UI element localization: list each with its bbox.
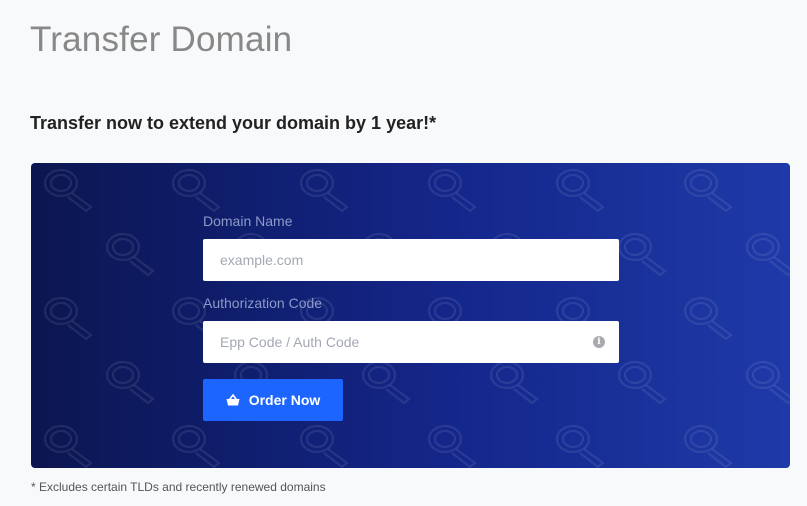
magnifier-icon [617, 360, 667, 405]
auth-code-label: Authorization Code [203, 295, 323, 311]
order-now-button[interactable]: Order Now [203, 379, 343, 421]
transfer-form: Domain Name Authorization Code i Order N… [203, 213, 619, 421]
basket-icon [226, 394, 240, 406]
magnifier-icon [427, 168, 477, 213]
transfer-tagline: Transfer now to extend your domain by 1 … [30, 113, 437, 133]
magnifier-icon [299, 168, 349, 213]
transfer-banner: Domain Name Authorization Code i Order N… [31, 163, 790, 468]
magnifier-icon [683, 296, 733, 341]
magnifier-icon [43, 424, 93, 468]
magnifier-icon [745, 360, 790, 405]
magnifier-icon [171, 424, 221, 468]
domain-name-input[interactable] [203, 239, 619, 281]
magnifier-icon [427, 424, 477, 468]
magnifier-icon [617, 232, 667, 277]
order-now-label: Order Now [248, 392, 321, 408]
magnifier-icon [105, 232, 155, 277]
footnote: * Excludes certain TLDs and recently ren… [31, 480, 326, 494]
magnifier-icon [683, 424, 733, 468]
domain-name-field-wrap [203, 239, 619, 281]
domain-name-label: Domain Name [203, 213, 293, 229]
info-icon[interactable]: i [593, 336, 605, 348]
magnifier-icon [745, 232, 790, 277]
magnifier-icon [105, 360, 155, 405]
magnifier-icon [43, 296, 93, 341]
magnifier-icon [43, 168, 93, 213]
page-title: Transfer Domain [30, 20, 293, 59]
auth-code-field-wrap: i [203, 321, 619, 363]
magnifier-icon [299, 424, 349, 468]
magnifier-icon [171, 168, 221, 213]
auth-code-input[interactable] [203, 321, 619, 363]
magnifier-icon [555, 424, 605, 468]
magnifier-icon [683, 168, 733, 213]
magnifier-icon [555, 168, 605, 213]
